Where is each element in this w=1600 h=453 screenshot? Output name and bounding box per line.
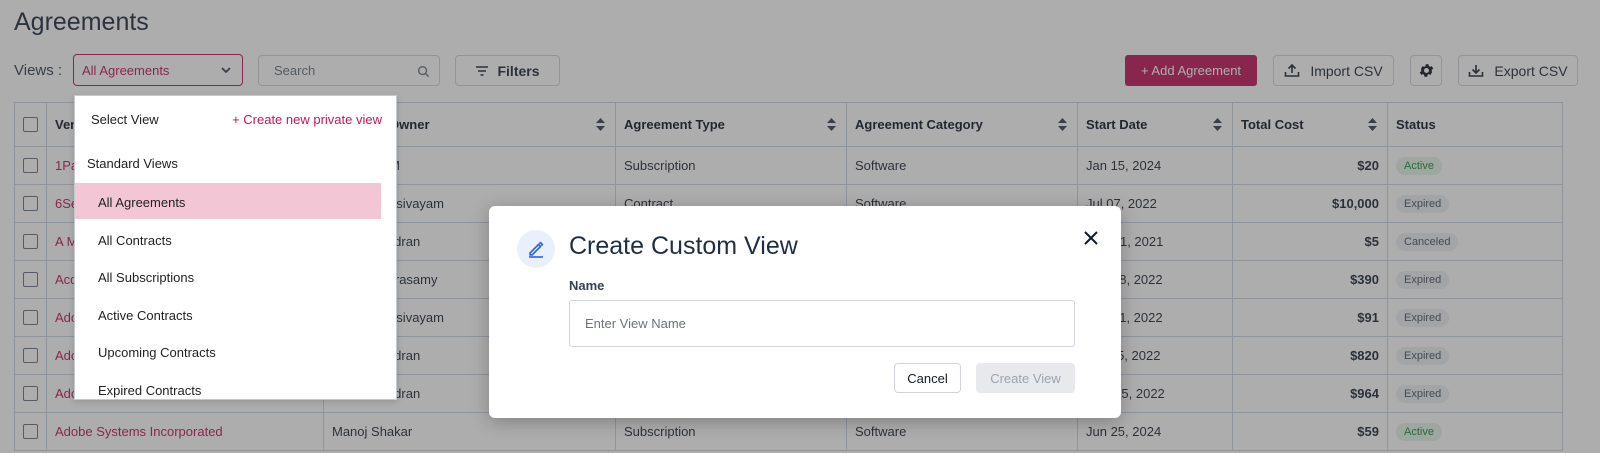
create-view-button[interactable]: Create View [976, 363, 1075, 393]
cancel-button[interactable]: Cancel [894, 363, 961, 393]
views-dropdown: Select View + Create new private view St… [74, 95, 397, 400]
view-option[interactable]: Upcoming Contracts [75, 333, 381, 369]
select-view-label: Select View [91, 112, 159, 127]
name-field-label: Name [569, 278, 605, 293]
view-option[interactable]: Expired Contracts [75, 371, 381, 400]
create-private-view-link[interactable]: + Create new private view [232, 112, 382, 127]
edit-icon-badge [517, 230, 555, 268]
dialog-title: Create Custom View [569, 232, 798, 260]
view-option[interactable]: All Contracts [75, 221, 381, 257]
view-option[interactable]: All Agreements [75, 183, 381, 219]
close-icon[interactable] [1081, 228, 1101, 248]
pencil-icon [529, 241, 544, 258]
view-name-input[interactable] [569, 300, 1075, 347]
view-option[interactable]: Active Contracts [75, 296, 381, 332]
view-option[interactable]: All Subscriptions [75, 258, 381, 294]
dropdown-header: Select View + Create new private view [91, 112, 382, 127]
standard-views-heading: Standard Views [87, 156, 178, 171]
create-custom-view-dialog: Create Custom View Name Cancel Create Vi… [489, 206, 1121, 418]
